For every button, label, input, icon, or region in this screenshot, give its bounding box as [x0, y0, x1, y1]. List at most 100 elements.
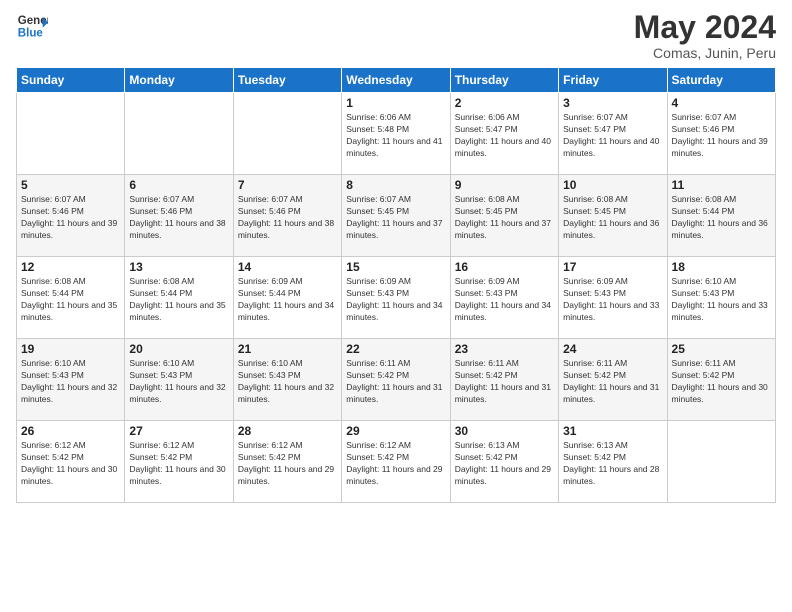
day-number: 5	[21, 178, 120, 192]
day-info: Sunrise: 6:08 AMSunset: 5:45 PMDaylight:…	[563, 194, 662, 242]
day-info: Sunrise: 6:07 AMSunset: 5:46 PMDaylight:…	[238, 194, 337, 242]
calendar-table: SundayMondayTuesdayWednesdayThursdayFrid…	[16, 67, 776, 503]
calendar-cell: 15 Sunrise: 6:09 AMSunset: 5:43 PMDayligh…	[342, 257, 450, 339]
calendar-cell: 17 Sunrise: 6:09 AMSunset: 5:43 PMDayligh…	[559, 257, 667, 339]
day-number: 8	[346, 178, 445, 192]
day-number: 18	[672, 260, 771, 274]
day-info: Sunrise: 6:12 AMSunset: 5:42 PMDaylight:…	[21, 440, 120, 488]
calendar-cell: 4 Sunrise: 6:07 AMSunset: 5:46 PMDaylight…	[667, 93, 775, 175]
svg-text:Blue: Blue	[18, 28, 44, 40]
day-number: 20	[129, 342, 228, 356]
day-info: Sunrise: 6:09 AMSunset: 5:43 PMDaylight:…	[563, 276, 662, 324]
page: General Blue May 2024 Comas, Junin, Peru…	[0, 0, 792, 612]
calendar-cell: 27 Sunrise: 6:12 AMSunset: 5:42 PMDayligh…	[125, 421, 233, 503]
calendar-cell: 8 Sunrise: 6:07 AMSunset: 5:45 PMDaylight…	[342, 175, 450, 257]
calendar-cell: 25 Sunrise: 6:11 AMSunset: 5:42 PMDayligh…	[667, 339, 775, 421]
day-info: Sunrise: 6:11 AMSunset: 5:42 PMDaylight:…	[346, 358, 445, 406]
day-info: Sunrise: 6:07 AMSunset: 5:45 PMDaylight:…	[346, 194, 445, 242]
header: General Blue May 2024 Comas, Junin, Peru	[16, 10, 776, 61]
day-info: Sunrise: 6:13 AMSunset: 5:42 PMDaylight:…	[455, 440, 554, 488]
calendar-cell: 3 Sunrise: 6:07 AMSunset: 5:47 PMDaylight…	[559, 93, 667, 175]
logo-icon: General Blue	[16, 10, 48, 42]
day-info: Sunrise: 6:06 AMSunset: 5:47 PMDaylight:…	[455, 112, 554, 160]
calendar-cell: 31 Sunrise: 6:13 AMSunset: 5:42 PMDayligh…	[559, 421, 667, 503]
day-info: Sunrise: 6:12 AMSunset: 5:42 PMDaylight:…	[238, 440, 337, 488]
day-of-week-header: Tuesday	[233, 68, 341, 93]
day-number: 14	[238, 260, 337, 274]
day-number: 15	[346, 260, 445, 274]
calendar-cell: 5Sunrise: 6:07 AMSunset: 5:46 PMDaylight…	[17, 175, 125, 257]
calendar-cell: 30 Sunrise: 6:13 AMSunset: 5:42 PMDayligh…	[450, 421, 558, 503]
day-number: 26	[21, 424, 120, 438]
logo: General Blue	[16, 10, 48, 42]
day-info: Sunrise: 6:07 AMSunset: 5:46 PMDaylight:…	[129, 194, 228, 242]
subtitle: Comas, Junin, Peru	[634, 45, 776, 61]
calendar-cell: 11 Sunrise: 6:08 AMSunset: 5:44 PMDayligh…	[667, 175, 775, 257]
day-number: 17	[563, 260, 662, 274]
day-number: 16	[455, 260, 554, 274]
day-info: Sunrise: 6:08 AMSunset: 5:44 PMDaylight:…	[129, 276, 228, 324]
calendar-cell: 26 Sunrise: 6:12 AMSunset: 5:42 PMDayligh…	[17, 421, 125, 503]
calendar-cell: 16Sunrise: 6:09 AMSunset: 5:43 PMDayligh…	[450, 257, 558, 339]
calendar-cell: 24 Sunrise: 6:11 AMSunset: 5:42 PMDayligh…	[559, 339, 667, 421]
day-of-week-header: Thursday	[450, 68, 558, 93]
calendar-week-row: 19 Sunrise: 6:10 AMSunset: 5:43 PMDayligh…	[17, 339, 776, 421]
day-info: Sunrise: 6:09 AMSunset: 5:43 PMDaylight:…	[346, 276, 445, 324]
calendar-cell: 12Sunrise: 6:08 AMSunset: 5:44 PMDayligh…	[17, 257, 125, 339]
day-number: 28	[238, 424, 337, 438]
day-info: Sunrise: 6:11 AMSunset: 5:42 PMDaylight:…	[563, 358, 662, 406]
calendar-cell: 18 Sunrise: 6:10 AMSunset: 5:43 PMDayligh…	[667, 257, 775, 339]
calendar-cell	[17, 93, 125, 175]
day-info: Sunrise: 6:12 AMSunset: 5:42 PMDaylight:…	[346, 440, 445, 488]
calendar-cell	[125, 93, 233, 175]
day-number: 31	[563, 424, 662, 438]
title-block: May 2024 Comas, Junin, Peru	[634, 10, 776, 61]
day-number: 9	[455, 178, 554, 192]
calendar-cell: 10Sunrise: 6:08 AMSunset: 5:45 PMDayligh…	[559, 175, 667, 257]
day-info: Sunrise: 6:10 AMSunset: 5:43 PMDaylight:…	[672, 276, 771, 324]
day-number: 29	[346, 424, 445, 438]
day-info: Sunrise: 6:08 AMSunset: 5:45 PMDaylight:…	[455, 194, 554, 242]
calendar-cell: 28 Sunrise: 6:12 AMSunset: 5:42 PMDayligh…	[233, 421, 341, 503]
day-info: Sunrise: 6:10 AMSunset: 5:43 PMDaylight:…	[238, 358, 337, 406]
calendar-header-row: SundayMondayTuesdayWednesdayThursdayFrid…	[17, 68, 776, 93]
day-info: Sunrise: 6:11 AMSunset: 5:42 PMDaylight:…	[672, 358, 771, 406]
day-number: 13	[129, 260, 228, 274]
day-info: Sunrise: 6:07 AMSunset: 5:46 PMDaylight:…	[672, 112, 771, 160]
day-of-week-header: Friday	[559, 68, 667, 93]
calendar-cell: 7 Sunrise: 6:07 AMSunset: 5:46 PMDaylight…	[233, 175, 341, 257]
day-info: Sunrise: 6:10 AMSunset: 5:43 PMDaylight:…	[129, 358, 228, 406]
day-number: 6	[129, 178, 228, 192]
day-number: 1	[346, 96, 445, 110]
day-number: 11	[672, 178, 771, 192]
day-info: Sunrise: 6:08 AMSunset: 5:44 PMDaylight:…	[672, 194, 771, 242]
day-info: Sunrise: 6:09 AMSunset: 5:44 PMDaylight:…	[238, 276, 337, 324]
calendar-cell: 1 Sunrise: 6:06 AMSunset: 5:48 PMDaylight…	[342, 93, 450, 175]
day-number: 24	[563, 342, 662, 356]
day-number: 25	[672, 342, 771, 356]
calendar-cell: 14 Sunrise: 6:09 AMSunset: 5:44 PMDayligh…	[233, 257, 341, 339]
calendar-cell	[233, 93, 341, 175]
calendar-cell: 9 Sunrise: 6:08 AMSunset: 5:45 PMDaylight…	[450, 175, 558, 257]
day-number: 4	[672, 96, 771, 110]
day-number: 22	[346, 342, 445, 356]
day-info: Sunrise: 6:07 AMSunset: 5:47 PMDaylight:…	[563, 112, 662, 160]
day-info: Sunrise: 6:10 AMSunset: 5:43 PMDaylight:…	[21, 358, 120, 406]
day-number: 7	[238, 178, 337, 192]
month-title: May 2024	[634, 10, 776, 45]
day-of-week-header: Sunday	[17, 68, 125, 93]
calendar-cell: 19 Sunrise: 6:10 AMSunset: 5:43 PMDayligh…	[17, 339, 125, 421]
calendar-cell: 20 Sunrise: 6:10 AMSunset: 5:43 PMDayligh…	[125, 339, 233, 421]
day-number: 3	[563, 96, 662, 110]
day-info: Sunrise: 6:11 AMSunset: 5:42 PMDaylight:…	[455, 358, 554, 406]
day-of-week-header: Wednesday	[342, 68, 450, 93]
day-number: 27	[129, 424, 228, 438]
day-info: Sunrise: 6:06 AMSunset: 5:48 PMDaylight:…	[346, 112, 445, 160]
calendar-cell: 22 Sunrise: 6:11 AMSunset: 5:42 PMDayligh…	[342, 339, 450, 421]
day-number: 30	[455, 424, 554, 438]
calendar-cell: 13 Sunrise: 6:08 AMSunset: 5:44 PMDayligh…	[125, 257, 233, 339]
day-info: Sunrise: 6:12 AMSunset: 5:42 PMDaylight:…	[129, 440, 228, 488]
day-info: Sunrise: 6:13 AMSunset: 5:42 PMDaylight:…	[563, 440, 662, 488]
day-number: 19	[21, 342, 120, 356]
day-number: 12	[21, 260, 120, 274]
